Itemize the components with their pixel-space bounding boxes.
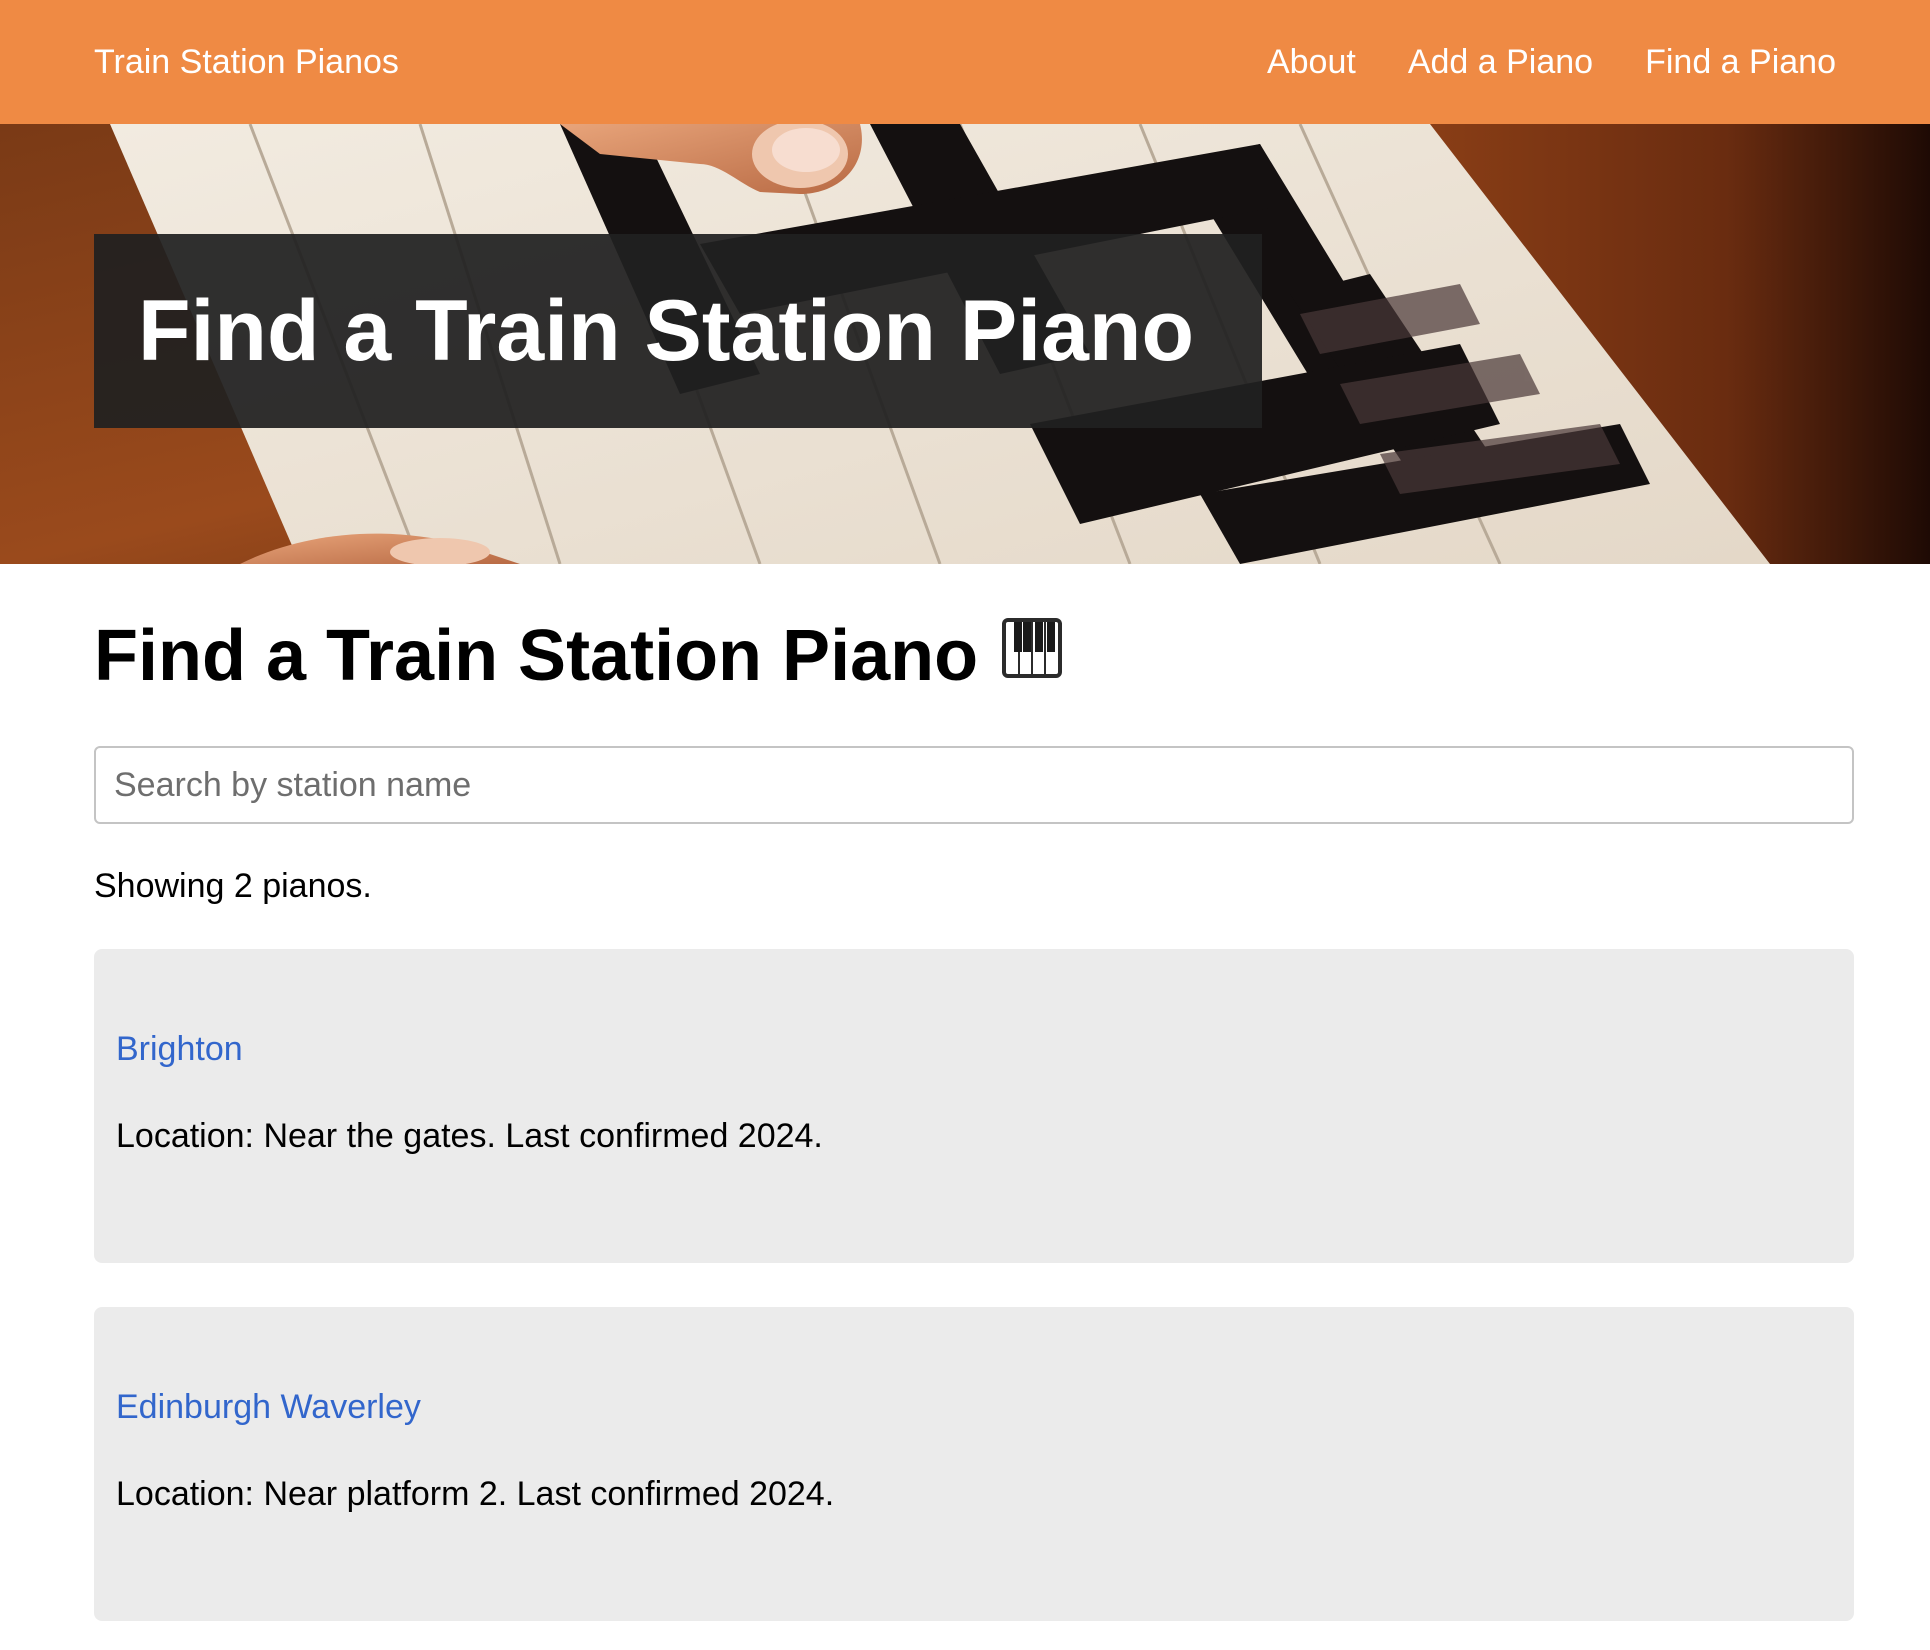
page-title-row: Find a Train Station Piano	[94, 616, 1854, 696]
piano-location: Location: Near platform 2. Last confirme…	[116, 1474, 835, 1513]
hero-title: Find a Train Station Piano	[138, 283, 1194, 379]
station-link[interactable]: Brighton	[116, 1029, 243, 1070]
nav-link-add-piano[interactable]: Add a Piano	[1408, 43, 1593, 82]
page-title: Find a Train Station Piano	[94, 615, 979, 696]
main-content: Find a Train Station Piano Showing	[94, 564, 1854, 1621]
brand-link[interactable]: Train Station Pianos	[94, 43, 399, 82]
piano-card: Brighton Location: Near the gates. Last …	[94, 948, 1854, 1263]
hero-section: Find a Train Station Piano	[0, 124, 1930, 564]
nav-link-find-piano[interactable]: Find a Piano	[1645, 43, 1836, 82]
results-count: Showing 2 pianos.	[94, 867, 372, 906]
top-navbar: Train Station Pianos About Add a Piano F…	[0, 0, 1930, 124]
main-nav: About Add a Piano Find a Piano	[1215, 43, 1836, 82]
station-search-input[interactable]	[94, 746, 1854, 825]
nav-link-about[interactable]: About	[1267, 43, 1356, 82]
station-link[interactable]: Edinburgh Waverley	[116, 1387, 421, 1428]
piano-keyboard-icon	[1000, 616, 1064, 696]
hero-banner: Find a Train Station Piano	[94, 234, 1262, 428]
piano-location: Location: Near the gates. Last confirmed…	[116, 1116, 823, 1155]
piano-card: Edinburgh Waverley Location: Near platfo…	[94, 1306, 1854, 1621]
